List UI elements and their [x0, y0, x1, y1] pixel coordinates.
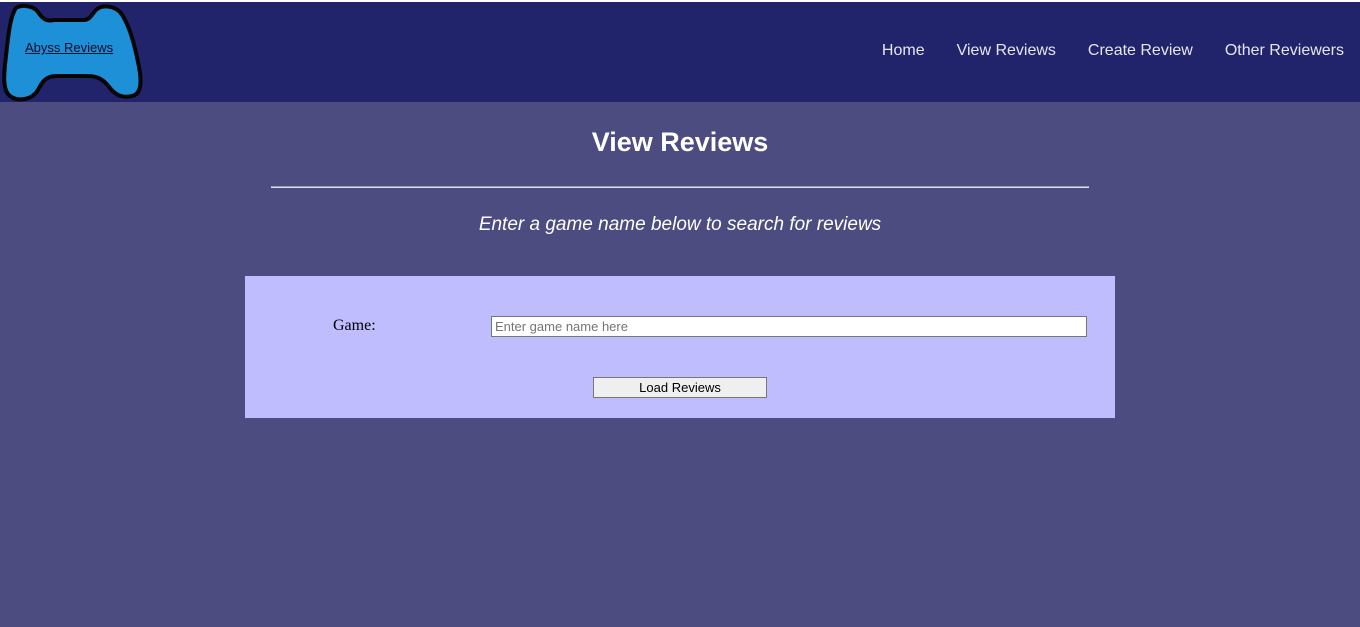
main-nav: Home View Reviews Create Review Other Re…: [850, 42, 1344, 60]
game-search-input[interactable]: [491, 316, 1087, 337]
search-panel: Game: Load Reviews: [245, 276, 1115, 418]
site-logo[interactable]: Abyss Reviews: [2, 2, 144, 102]
nav-home[interactable]: Home: [882, 42, 925, 60]
load-reviews-button[interactable]: Load Reviews: [593, 377, 767, 398]
page-subtitle: Enter a game name below to search for re…: [478, 214, 882, 235]
nav-view-reviews[interactable]: View Reviews: [957, 42, 1056, 60]
site-header: Abyss Reviews Home View Reviews Create R…: [0, 2, 1360, 102]
game-label: Game:: [333, 317, 376, 334]
logo-link[interactable]: Abyss Reviews: [25, 40, 113, 55]
nav-create-review[interactable]: Create Review: [1088, 42, 1193, 60]
title-divider: [271, 186, 1089, 188]
page-title: View Reviews: [591, 127, 769, 157]
nav-other-reviewers[interactable]: Other Reviewers: [1225, 42, 1344, 60]
